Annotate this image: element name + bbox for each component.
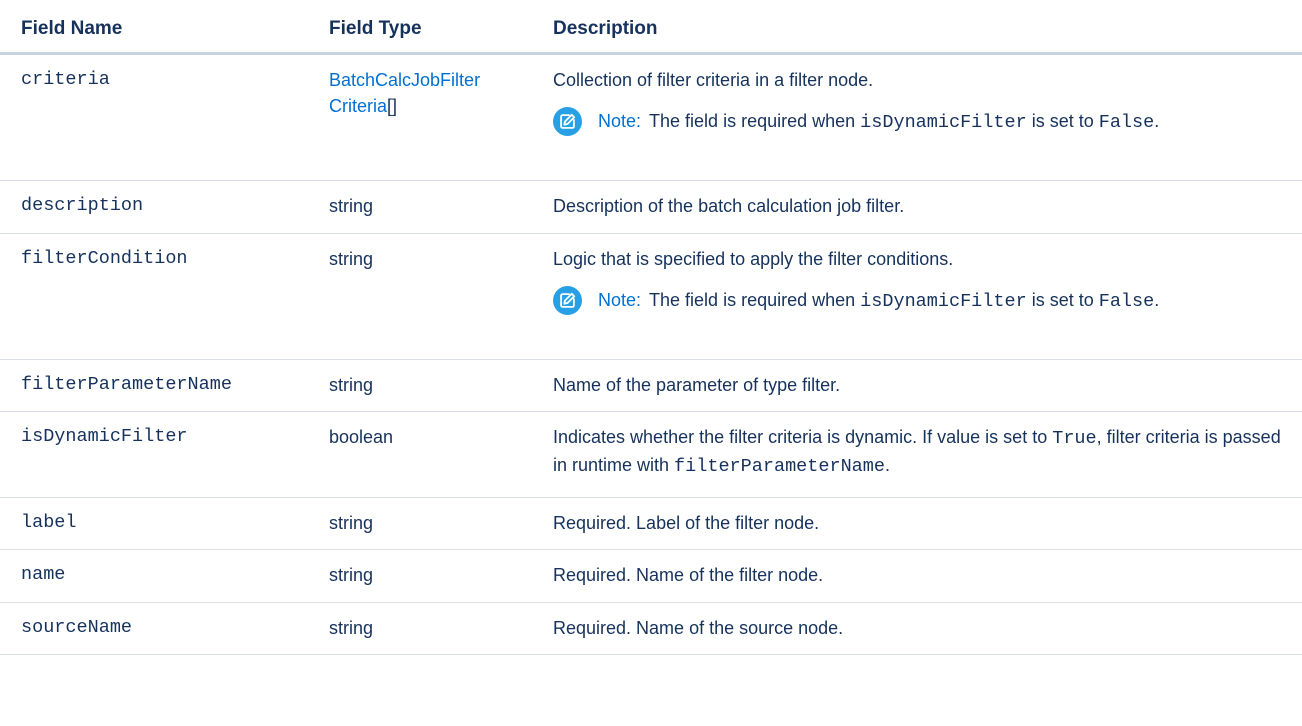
description-cell: Description of the batch calculation job… bbox=[533, 180, 1302, 234]
note-box: Note: The field is required when isDynami… bbox=[553, 284, 1282, 318]
description-text: Logic that is specified to apply the fil… bbox=[553, 249, 954, 269]
table-row: name string Required. Name of the filter… bbox=[0, 549, 1302, 603]
table-row: criteria BatchCalcJobFilter Criteria[] Co… bbox=[0, 53, 1302, 181]
note-code: False bbox=[1098, 112, 1155, 133]
field-name-cell: filterCondition bbox=[0, 233, 310, 360]
note-box: Note: The field is required when isDynami… bbox=[553, 105, 1282, 139]
description-cell: Required. Name of the filter node. bbox=[533, 549, 1302, 603]
field-type-cell: string bbox=[310, 233, 533, 360]
description-code: True bbox=[1052, 428, 1097, 449]
table-row: filterParameterName string Name of the p… bbox=[0, 359, 1302, 412]
table-row: filterCondition string Logic that is spe… bbox=[0, 233, 1302, 360]
note-text: The field is required when bbox=[649, 111, 861, 131]
header-description: Description bbox=[533, 0, 1302, 55]
table-header-row: Field Name Field Type Description bbox=[0, 0, 1302, 55]
field-name-cell: description bbox=[0, 180, 310, 234]
note-text: . bbox=[1154, 290, 1160, 310]
note-label: Note: bbox=[598, 290, 642, 310]
note-code: isDynamicFilter bbox=[860, 291, 1027, 312]
field-type-cell: string bbox=[310, 602, 533, 655]
field-type-cell: string bbox=[310, 180, 533, 234]
note-text: . bbox=[1154, 111, 1160, 131]
note-code: isDynamicFilter bbox=[860, 112, 1027, 133]
description-code: filterParameterName bbox=[674, 456, 885, 477]
description-text: Collection of filter criteria in a filte… bbox=[553, 70, 874, 90]
note-label: Note: bbox=[598, 111, 642, 131]
table-row: isDynamicFilter boolean Indicates whethe… bbox=[0, 411, 1302, 498]
description-cell: Indicates whether the filter criteria is… bbox=[533, 411, 1302, 498]
field-name-cell: label bbox=[0, 497, 310, 550]
description-cell: Required. Label of the filter node. bbox=[533, 497, 1302, 550]
type-link-text: Criteria bbox=[329, 96, 388, 116]
table-row: sourceName string Required. Name of the … bbox=[0, 602, 1302, 655]
edit-note-icon bbox=[553, 286, 582, 315]
type-link[interactable]: BatchCalcJobFilter Criteria bbox=[329, 67, 533, 116]
header-field-name: Field Name bbox=[0, 0, 310, 55]
description-cell: Required. Name of the source node. bbox=[533, 602, 1302, 655]
field-name-cell: sourceName bbox=[0, 602, 310, 655]
description-cell: Logic that is specified to apply the fil… bbox=[533, 233, 1302, 360]
type-link-text: BatchCalcJobFilter bbox=[329, 70, 481, 90]
header-field-type: Field Type bbox=[310, 0, 533, 55]
field-name-cell: isDynamicFilter bbox=[0, 411, 310, 498]
description-text: Indicates whether the filter criteria is… bbox=[553, 427, 1053, 447]
field-type-cell: BatchCalcJobFilter Criteria[] bbox=[310, 53, 533, 181]
field-table: Field Name Field Type Description criter… bbox=[0, 0, 1302, 655]
description-text: . bbox=[884, 455, 890, 475]
table-row: label string Required. Label of the filt… bbox=[0, 497, 1302, 550]
type-suffix: [] bbox=[387, 96, 398, 116]
field-type-cell: string bbox=[310, 359, 533, 412]
note-text: The field is required when bbox=[649, 290, 861, 310]
field-name-cell: criteria bbox=[0, 53, 310, 181]
field-name-cell: filterParameterName bbox=[0, 359, 310, 412]
description-cell: Name of the parameter of type filter. bbox=[533, 359, 1302, 412]
note-text: is set to bbox=[1026, 111, 1099, 131]
note-text: is set to bbox=[1026, 290, 1099, 310]
field-type-cell: string bbox=[310, 497, 533, 550]
description-cell: Collection of filter criteria in a filte… bbox=[533, 53, 1302, 181]
table-row: description string Description of the ba… bbox=[0, 180, 1302, 234]
edit-note-icon bbox=[553, 107, 582, 136]
field-name-cell: name bbox=[0, 549, 310, 603]
note-code: False bbox=[1098, 291, 1155, 312]
field-type-cell: boolean bbox=[310, 411, 533, 498]
field-type-cell: string bbox=[310, 549, 533, 603]
